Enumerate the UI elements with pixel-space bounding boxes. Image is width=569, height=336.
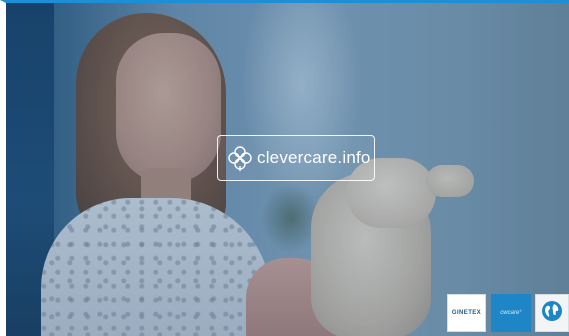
clevercare-logo[interactable]: clevercare.info: [217, 135, 375, 181]
clover-icon: [226, 144, 254, 172]
clevercare-label: cwcare°: [500, 310, 522, 316]
clevercare-tile[interactable]: cwcare°: [491, 294, 531, 332]
logo-text: clevercare.info: [257, 148, 371, 167]
globe-icon: [541, 300, 563, 327]
language-globe-button[interactable]: [535, 294, 569, 332]
ginetex-tile[interactable]: GINETEX: [447, 294, 486, 332]
ginetex-label: GINETEX: [451, 310, 482, 316]
